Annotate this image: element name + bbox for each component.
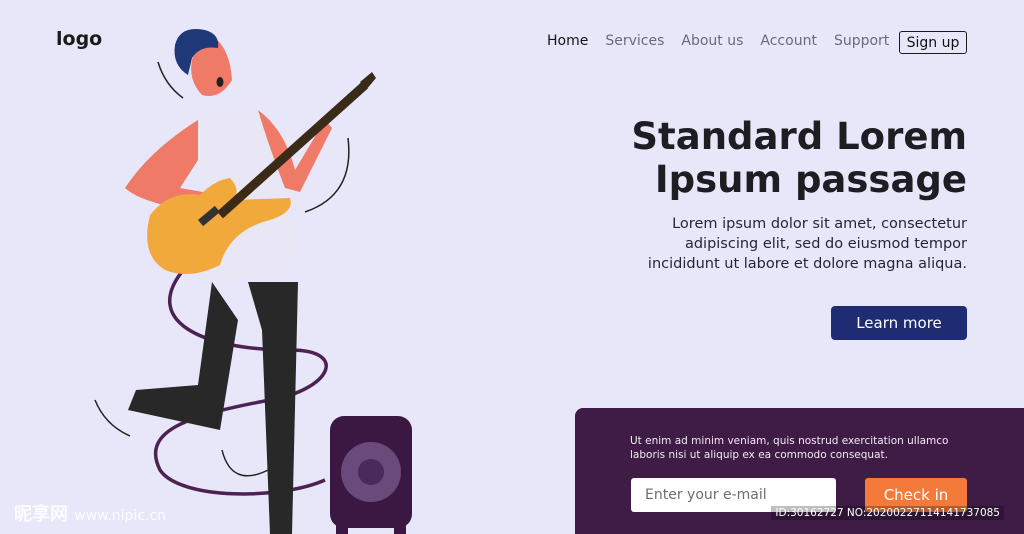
motion-line [94, 399, 131, 437]
speaker-center [358, 459, 384, 485]
subscribe-text-line: laboris nisi ut aliquip ex ea commodo co… [630, 449, 888, 461]
sign-up-button[interactable]: Sign up [899, 31, 967, 54]
main-nav: Home Services About us Account Support [547, 33, 889, 49]
hero-description-line: incididunt ut labore et dolore magna ali… [647, 256, 967, 272]
hero-title-line: Standard Lorem [631, 115, 967, 158]
right-leg [248, 282, 298, 534]
hero-description-line: adipiscing elit, sed do eiusmod tempor [684, 236, 967, 252]
hero-description-line: Lorem ipsum dolor sit amet, consectetur [672, 216, 967, 232]
guitarist-illustration [94, 29, 412, 534]
nav-about-us[interactable]: About us [681, 33, 743, 49]
watermark-brand-name: 昵享网 [14, 504, 68, 525]
watermark-url: www.nipic.cn [74, 508, 167, 524]
nav-services[interactable]: Services [605, 33, 664, 49]
subscribe-text-line: Ut enim ad minim veniam, quis nostrud ex… [630, 435, 949, 447]
learn-more-button[interactable]: Learn more [831, 306, 967, 340]
watermark-brand: 昵享网 www.nipic.cn [14, 500, 166, 526]
nav-support[interactable]: Support [834, 33, 889, 49]
watermark-id: ID:30162727 NO:20200227114141737085 [771, 506, 1004, 520]
nav-home[interactable]: Home [547, 33, 588, 49]
subscribe-text: Ut enim ad minim veniam, quis nostrud ex… [630, 434, 950, 462]
mouth [216, 77, 224, 87]
motion-line [157, 61, 184, 99]
hero-title-line: Ipsum passage [654, 158, 967, 201]
hero-description: Lorem ipsum dolor sit amet, consectetur … [637, 214, 967, 274]
guitar-cable [153, 266, 328, 496]
nav-account[interactable]: Account [760, 33, 817, 49]
left-leg [128, 282, 238, 430]
hero-title: Standard Lorem Ipsum passage [527, 115, 967, 201]
